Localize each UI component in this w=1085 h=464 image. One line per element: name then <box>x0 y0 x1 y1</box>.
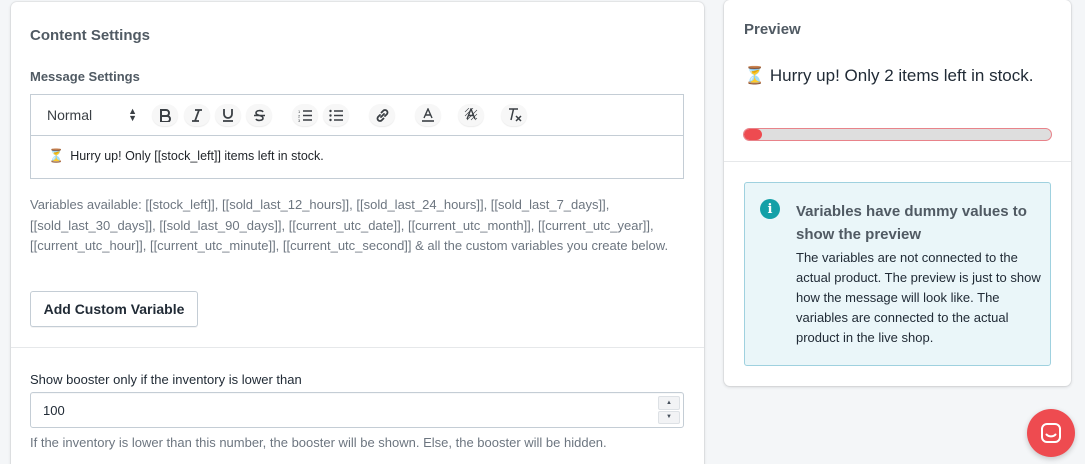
bullet-list-icon <box>329 109 343 121</box>
stock-progress-bar <box>743 128 1052 141</box>
stepper-up-button[interactable]: ▲ <box>658 396 680 410</box>
inventory-threshold-field: ▲ ▼ <box>30 392 684 428</box>
info-banner-body: The variables are not connected to the a… <box>796 250 1041 345</box>
background-color-button[interactable] <box>458 104 484 126</box>
preview-divider <box>724 161 1071 162</box>
bold-button[interactable] <box>152 104 178 126</box>
editor-text: Hurry up! Only [[stock_left]] items left… <box>70 149 324 163</box>
strikethrough-icon <box>253 109 265 121</box>
content-settings-card: Content Settings Message Settings Normal… <box>11 2 704 464</box>
format-select[interactable]: Normal ▲ ▼ <box>47 104 137 126</box>
clear-format-icon <box>508 108 522 122</box>
link-button[interactable] <box>369 104 395 126</box>
underline-button[interactable] <box>215 104 241 126</box>
text-color-button[interactable] <box>415 104 441 126</box>
link-icon <box>376 108 388 122</box>
underline-icon <box>223 109 233 122</box>
preview-message-text: Hurry up! Only 2 items left in stock. <box>769 66 1034 85</box>
svg-text:3: 3 <box>298 118 301 122</box>
caret-up-icon: ▲ <box>666 399 672 406</box>
inventory-threshold-input[interactable] <box>31 393 631 427</box>
section-divider <box>11 347 704 348</box>
editor-toolbar: Normal ▲ ▼ 123 <box>31 95 683 136</box>
format-select-value: Normal <box>47 107 93 123</box>
info-icon: i <box>760 199 780 219</box>
stepper-down-button[interactable]: ▼ <box>658 410 680 424</box>
variables-help-text: Variables available: [[stock_left]], [[s… <box>30 197 669 253</box>
info-banner-title: Variables have dummy values to show the … <box>796 203 1027 243</box>
bold-icon <box>160 108 171 122</box>
preview-title: Preview <box>744 21 801 38</box>
message-settings-label: Message Settings <box>30 69 140 84</box>
hourglass-icon: ⏳ <box>48 148 65 163</box>
add-custom-variable-button[interactable]: Add Custom Variable <box>30 291 198 327</box>
number-stepper: ▲ ▼ <box>658 396 680 424</box>
info-banner: i Variables have dummy values to show th… <box>744 182 1051 366</box>
rich-text-editor: Normal ▲ ▼ 123 ⏳ Hurry up! Only [[stock_… <box>30 94 684 179</box>
editor-content[interactable]: ⏳ Hurry up! Only [[stock_left]] items le… <box>31 136 683 164</box>
chat-icon <box>1041 423 1061 443</box>
inventory-threshold-label: Show booster only if the inventory is lo… <box>30 372 302 387</box>
card-title: Content Settings <box>30 27 150 44</box>
italic-icon <box>192 108 202 122</box>
clear-format-button[interactable] <box>501 104 527 126</box>
ordered-list-button[interactable]: 123 <box>292 104 318 126</box>
preview-card: Preview ⏳ Hurry up! Only 2 items left in… <box>724 0 1071 386</box>
select-arrows-icon: ▲ ▼ <box>128 106 137 123</box>
preview-message: ⏳ Hurry up! Only 2 items left in stock. <box>744 62 1044 89</box>
background-color-icon <box>464 108 478 121</box>
strikethrough-button[interactable] <box>246 104 272 126</box>
text-color-icon <box>422 108 434 122</box>
chat-button[interactable] <box>1027 409 1075 457</box>
bullet-list-button[interactable] <box>323 104 349 126</box>
inventory-threshold-help: If the inventory is lower than this numb… <box>30 435 607 450</box>
italic-button[interactable] <box>184 104 210 126</box>
caret-down-icon: ▼ <box>666 414 672 421</box>
hourglass-icon: ⏳ <box>744 66 766 85</box>
ordered-list-icon: 123 <box>298 109 312 122</box>
progress-fill <box>744 129 763 140</box>
